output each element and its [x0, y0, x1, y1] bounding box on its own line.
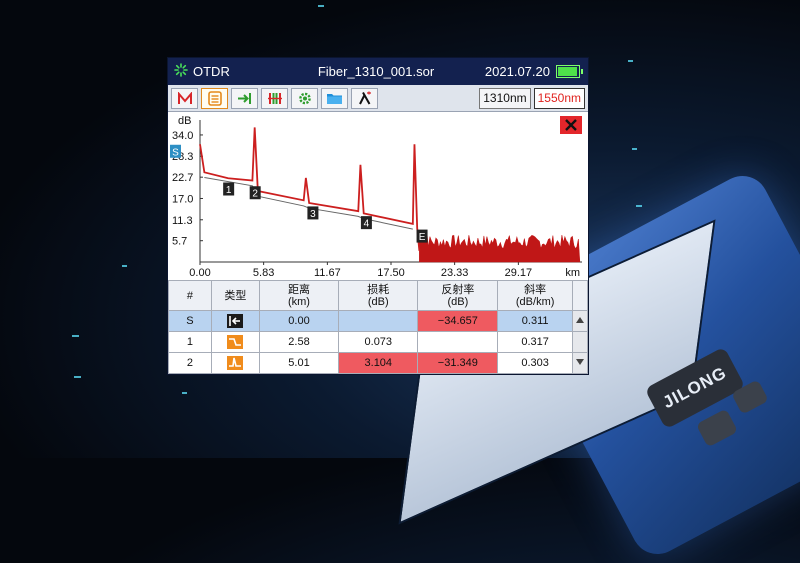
tab-event-list[interactable] — [201, 87, 228, 109]
cell-distance: 0.00 — [258, 310, 340, 332]
event-marker-S[interactable]: S — [170, 144, 181, 159]
col-header-no: # — [168, 280, 212, 311]
light-dash — [122, 265, 127, 267]
x-tick-label: 17.50 — [377, 267, 405, 279]
light-dash — [72, 335, 79, 337]
app-name: OTDR — [193, 64, 230, 79]
splice-bars-icon — [267, 92, 282, 104]
y-tick-label: 11.3 — [172, 215, 193, 227]
tab-marker[interactable] — [231, 87, 258, 109]
nonreflective-event-icon — [227, 335, 244, 349]
event-marker-label: 2 — [252, 189, 258, 200]
cell-reflectance — [417, 331, 499, 353]
y-tick-label: 22.7 — [172, 172, 193, 184]
y-tick-label: 17.0 — [172, 193, 193, 205]
col-header-reflectance: 反射率 (dB) — [417, 280, 499, 311]
otdr-window: OTDR Fiber_1310_001.sor 2021.07.20 1310n… — [167, 57, 589, 375]
tab-splice[interactable] — [261, 87, 288, 109]
table-row[interactable]: 1 2.58 0.073 0.317 — [168, 331, 588, 353]
settings-gear-icon — [298, 92, 311, 104]
wavelength-1310-button[interactable]: 1310nm — [479, 87, 531, 109]
event-marker-2[interactable]: 2 — [249, 186, 261, 200]
light-dash — [632, 148, 637, 150]
event-list-icon — [207, 90, 222, 106]
file-name: Fiber_1310_001.sor — [317, 64, 435, 79]
event-marker-E[interactable]: E — [416, 229, 428, 244]
table-row[interactable]: S 0.00 −34.657 0.311 — [168, 310, 588, 332]
otdr-burst-icon — [174, 63, 188, 80]
otdr-trace-chart: dB34.028.322.717.011.35.70.00 5.83 11.67 17… — [170, 115, 582, 279]
cell-loss: 0.073 — [338, 331, 419, 353]
x-tick-label: 11.67 — [314, 267, 341, 279]
cell-no: 1 — [168, 331, 212, 353]
battery-icon — [556, 65, 583, 78]
cell-slope: 0.317 — [497, 331, 574, 353]
y-axis-label: dB — [178, 115, 191, 127]
trace-m-icon — [177, 91, 192, 104]
cell-slope: 0.303 — [497, 352, 574, 374]
event-marker-label: E — [419, 232, 426, 243]
light-dash — [628, 60, 633, 62]
scrollbar-header — [572, 280, 588, 311]
tab-settings[interactable] — [291, 87, 318, 109]
date-label: 2021.07.20 — [484, 64, 550, 79]
lambda-icon — [358, 91, 371, 105]
app-brand: OTDR — [174, 63, 274, 80]
scroll-up-button[interactable] — [572, 310, 588, 332]
cell-type — [210, 331, 260, 353]
y-tick-label: 5.7 — [172, 236, 187, 248]
table-row[interactable]: 2 5.01 3.104 −31.349 0.303 — [168, 352, 588, 374]
col-header-loss: 损耗 (dB) — [338, 280, 419, 311]
x-axis-label: km — [565, 267, 580, 279]
scroll-up-icon — [576, 317, 585, 323]
x-tick-label: 5.83 — [253, 267, 274, 279]
col-header-slope: 斜率 (dB/km) — [497, 280, 574, 311]
scrollbar-track[interactable] — [572, 331, 588, 353]
tab-files[interactable] — [321, 87, 348, 109]
event-marker-label: S — [172, 147, 179, 158]
scroll-down-button[interactable] — [572, 352, 588, 374]
col-header-type: 类型 — [210, 280, 260, 311]
cell-distance: 5.01 — [258, 352, 340, 374]
cell-distance: 2.58 — [258, 331, 340, 353]
col-header-distance: 距离 (km) — [258, 280, 340, 311]
cell-type — [210, 310, 260, 332]
event-table: # 类型 距离 (km) 损耗 (dB) 反射率 (dB) 斜率 (dB/km) S 0… — [168, 280, 588, 374]
folder-icon — [327, 94, 342, 104]
toolbar: 1310nm 1550nm — [168, 85, 588, 112]
start-event-icon — [227, 314, 244, 328]
light-dash — [182, 392, 187, 394]
event-marker-label: 1 — [226, 185, 232, 196]
cell-type — [210, 352, 260, 374]
close-chart-button[interactable] — [560, 116, 582, 134]
event-marker-label: 4 — [364, 219, 370, 230]
cell-reflectance: −31.349 — [417, 352, 499, 374]
tab-wavelength[interactable] — [351, 87, 378, 109]
y-tick-label: 34.0 — [172, 130, 193, 142]
marker-arrow-icon — [237, 92, 251, 104]
tab-trace[interactable] — [171, 87, 198, 109]
cell-slope: 0.311 — [497, 310, 574, 332]
event-marker-3[interactable]: 3 — [307, 206, 319, 220]
event-marker-label: 3 — [310, 209, 316, 220]
event-marker-1[interactable]: 1 — [223, 182, 235, 197]
cell-loss — [338, 310, 419, 332]
cell-no: S — [168, 310, 212, 332]
cell-no: 2 — [168, 352, 212, 374]
noise-floor-area — [419, 230, 581, 263]
x-tick-label: 29.17 — [505, 267, 533, 279]
cell-reflectance: −34.657 — [417, 310, 499, 332]
event-marker-4[interactable]: 4 — [360, 216, 372, 230]
light-dash — [636, 205, 642, 207]
light-dash — [74, 376, 81, 378]
wavelength-1550-button[interactable]: 1550nm — [533, 87, 585, 109]
x-tick-label: 23.33 — [441, 267, 469, 279]
light-dash — [318, 5, 324, 7]
title-bar: OTDR Fiber_1310_001.sor 2021.07.20 — [168, 58, 588, 85]
x-tick-label: 0.00 — [189, 267, 210, 279]
reflective-event-icon — [227, 356, 244, 370]
scroll-down-icon — [576, 359, 585, 365]
cell-loss: 3.104 — [338, 352, 419, 374]
